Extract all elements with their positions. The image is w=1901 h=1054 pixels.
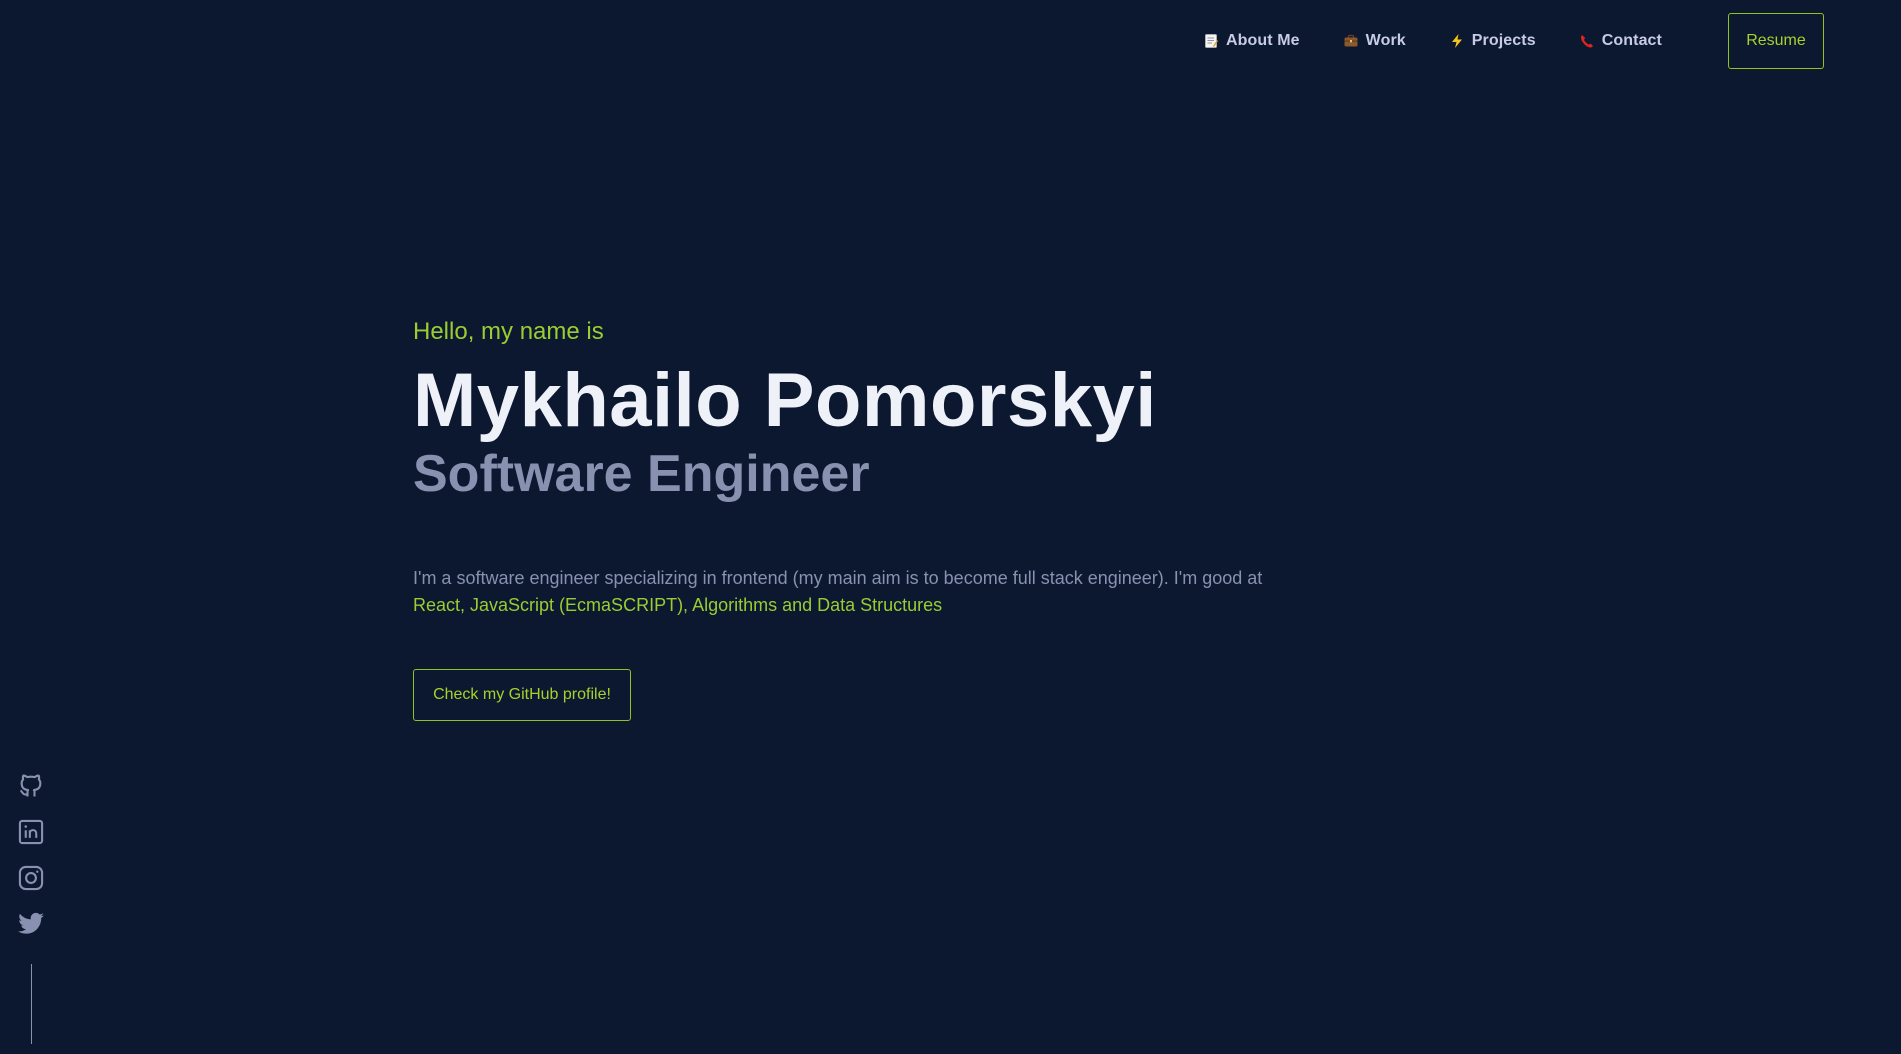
nav-item-projects[interactable]: Projects [1448,13,1536,69]
github-profile-button[interactable]: Check my GitHub profile! [413,669,631,721]
instagram-icon [17,864,45,897]
nav-label: Work [1365,32,1406,49]
nav-label: About Me [1225,32,1300,49]
hero-section: Hello, my name is Mykhailo Pomorskyi Sof… [413,315,1313,721]
hero-role: Software Engineer [413,445,870,503]
lightning-icon [1448,32,1466,50]
github-icon [17,772,45,805]
memo-icon [1202,32,1220,50]
hero-description: I'm a software engineer specializing in … [413,565,1313,619]
twitter-link[interactable] [17,912,45,940]
greeting-text: Hello, my name is [413,318,604,345]
twitter-icon [17,910,45,943]
resume-button[interactable]: Resume [1728,13,1824,69]
nav-label: Contact [1601,32,1662,49]
briefcase-icon [1342,32,1360,50]
github-link[interactable] [17,774,45,802]
social-divider-line [30,964,32,1044]
hero-name: Mykhailo Pomorskyi [413,358,1157,443]
page: About Me Work Projects Contact Resume He… [0,0,1901,1054]
description-text: I'm a software engineer specializing in … [413,568,1263,588]
nav-item-work[interactable]: Work [1342,13,1406,69]
telephone-icon [1578,32,1596,50]
linkedin-icon [17,818,45,851]
nav-item-about-me[interactable]: About Me [1202,13,1300,69]
nav-label: Projects [1471,32,1536,49]
instagram-link[interactable] [17,864,45,897]
top-nav: About Me Work Projects Contact Resume [1202,13,1824,69]
social-links [17,774,45,1044]
skills-highlight: React, JavaScript (EcmaSCRIPT), Algorith… [413,595,943,615]
linkedin-link[interactable] [17,818,45,851]
nav-item-contact[interactable]: Contact [1578,13,1662,69]
